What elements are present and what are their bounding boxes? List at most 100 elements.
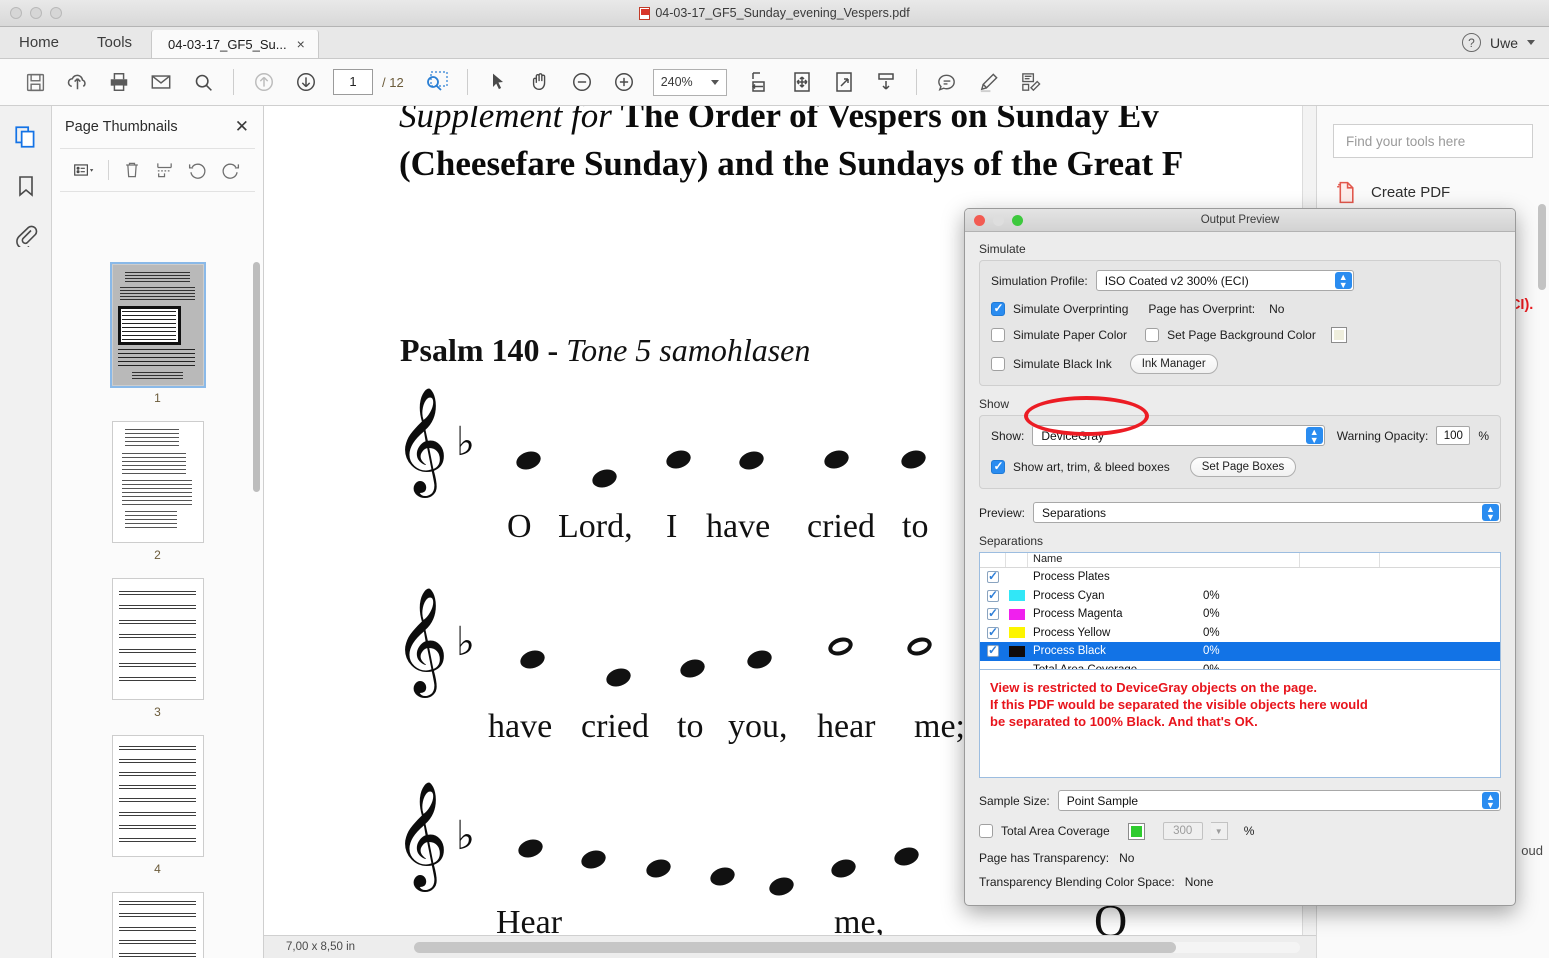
total-area-coverage-checkbox[interactable] [979, 824, 993, 838]
ink-manager-button[interactable]: Ink Manager [1129, 354, 1218, 374]
document-tab[interactable]: 04-03-17_GF5_Su... × [151, 30, 319, 58]
zoom-out-icon[interactable] [561, 62, 603, 102]
rotate-cw-icon[interactable] [216, 155, 245, 185]
highlight-icon[interactable] [968, 62, 1010, 102]
preview-label: Preview: [979, 505, 1026, 520]
table-row[interactable]: Process Magenta 0% [980, 605, 1500, 624]
tools-search-input[interactable]: Find your tools here [1333, 124, 1533, 158]
menu-tools[interactable]: Tools [78, 27, 151, 58]
row-checkbox[interactable] [980, 569, 1006, 584]
attachments-icon[interactable] [9, 218, 43, 252]
delete-icon[interactable] [118, 155, 147, 185]
user-name[interactable]: Uwe [1490, 35, 1518, 51]
hand-tool-icon[interactable] [519, 62, 561, 102]
previous-page-icon[interactable] [243, 62, 285, 102]
show-boxes-checkbox[interactable] [991, 459, 1005, 474]
document-horizontal-scrollbar[interactable] [414, 941, 1300, 953]
next-page-icon[interactable] [285, 62, 327, 102]
simulation-profile-select[interactable]: ISO Coated v2 300% (ECI) ▲ ▼ [1095, 270, 1354, 291]
preview-select[interactable]: Separations ▲ ▼ [1033, 502, 1501, 523]
show-group-label: Show [979, 397, 1010, 411]
options-list-icon[interactable] [70, 155, 99, 185]
rotate-ccw-icon[interactable] [183, 155, 212, 185]
extract-pages-icon[interactable] [151, 155, 180, 185]
thumbnail-page-4[interactable]: 4 [52, 735, 263, 876]
help-icon[interactable]: ? [1461, 33, 1481, 52]
set-page-background-color-checkbox[interactable] [1145, 328, 1160, 342]
header-name-col: Name [1028, 553, 1300, 567]
bookmarks-icon[interactable] [9, 169, 43, 203]
print-icon[interactable] [98, 62, 140, 102]
page-number-input[interactable]: 1 [333, 69, 373, 95]
thumbnail-page-2[interactable]: 2 [52, 421, 263, 562]
notehead [643, 856, 674, 881]
thumbnail-image [111, 735, 204, 857]
output-preview-dialog[interactable]: Output Preview Simulate Simulation Profi… [964, 208, 1516, 906]
row-checkbox[interactable] [980, 588, 1006, 602]
show-select[interactable]: DeviceGray ▲ ▼ [1032, 425, 1325, 446]
email-icon[interactable] [140, 62, 182, 102]
blending-colorspace-value: None [1184, 875, 1214, 889]
menu-tab-bar: Home Tools 04-03-17_GF5_Su... × ? Uwe [0, 27, 1549, 59]
scroll-down-icon[interactable] [865, 62, 907, 102]
page-background-color-swatch[interactable] [1330, 327, 1347, 343]
tools-panel-scrollbar[interactable] [1538, 204, 1546, 290]
row-checkbox[interactable] [980, 643, 1006, 658]
separations-group-label: Separations [979, 534, 1044, 548]
simulate-overprinting-checkbox[interactable] [991, 301, 1005, 316]
fit-width-icon[interactable] [739, 62, 781, 102]
zoom-in-icon[interactable] [603, 62, 645, 102]
fit-page-icon[interactable] [781, 62, 823, 102]
upload-cloud-icon[interactable] [56, 62, 98, 102]
thumbnail-page-5[interactable]: 5 [52, 892, 263, 958]
thumbnails-scroll-area[interactable]: 1 2 3 4 [52, 256, 263, 958]
zoom-level-select[interactable]: 240% [652, 68, 727, 96]
warning-opacity-input[interactable]: 100 [1436, 426, 1471, 445]
search-icon[interactable] [182, 62, 224, 102]
table-row[interactable]: Total Area Coverage 0% [980, 661, 1500, 669]
psalm-number: Psalm 140 - [400, 332, 559, 368]
notehead [828, 856, 859, 881]
simulate-black-ink-checkbox[interactable] [991, 357, 1005, 371]
select-tool-icon[interactable] [477, 62, 519, 102]
table-row-selected[interactable]: Process Black 0% [980, 642, 1500, 661]
notehead [589, 466, 620, 491]
thumbnail-page-1[interactable]: 1 [52, 262, 263, 405]
table-row[interactable]: Process Yellow 0% [980, 624, 1500, 643]
simulate-paper-color-checkbox[interactable] [991, 328, 1005, 342]
close-tab-icon[interactable]: × [297, 37, 305, 51]
tool-create-pdf[interactable]: Create PDF [1333, 180, 1533, 205]
page-transparency-label: Page has Transparency: [979, 851, 1110, 865]
close-panel-icon[interactable]: ✕ [235, 117, 249, 137]
row-color-swatch [1006, 608, 1028, 620]
fill-sign-icon[interactable] [1010, 62, 1052, 102]
notehead [766, 874, 797, 899]
row-checkbox[interactable] [980, 625, 1006, 639]
row-checkbox[interactable] [980, 606, 1006, 621]
scrollbar-thumb[interactable] [414, 941, 1176, 953]
separations-table-header: Name [980, 553, 1500, 568]
thumbnails-scrollbar[interactable] [253, 262, 260, 492]
set-page-boxes-button[interactable]: Set Page Boxes [1189, 457, 1297, 477]
table-row[interactable]: Process Cyan 0% [980, 587, 1500, 606]
set-page-background-color-label: Set Page Background Color [1167, 328, 1316, 342]
note-line-3: be separated to 100% Black. And that's O… [990, 714, 1258, 729]
chevron-down-icon[interactable] [1527, 40, 1535, 45]
header-check-col [980, 553, 1006, 567]
marquee-zoom-icon[interactable] [416, 62, 458, 102]
menu-home[interactable]: Home [0, 27, 78, 58]
notehead [578, 847, 609, 872]
total-area-coverage-color-swatch[interactable] [1127, 822, 1145, 840]
tac-value-input[interactable]: 300 [1162, 822, 1203, 840]
table-row[interactable]: Process Plates [980, 568, 1500, 587]
sample-size-select[interactable]: Point Sample ▲ ▼ [1057, 790, 1501, 811]
comment-icon[interactable] [926, 62, 968, 102]
thumbnail-page-3[interactable]: 3 [52, 578, 263, 719]
page-thumbnails-icon[interactable] [9, 120, 43, 154]
separations-table[interactable]: Name Process Plates Process Cyan [979, 552, 1501, 670]
save-icon[interactable] [14, 62, 56, 102]
fullscreen-icon[interactable] [823, 62, 865, 102]
chevron-down-icon[interactable]: ▼ [1210, 822, 1228, 840]
simulate-paper-color-label: Simulate Paper Color [1013, 328, 1128, 342]
row-name: Process Cyan [1033, 589, 1105, 602]
